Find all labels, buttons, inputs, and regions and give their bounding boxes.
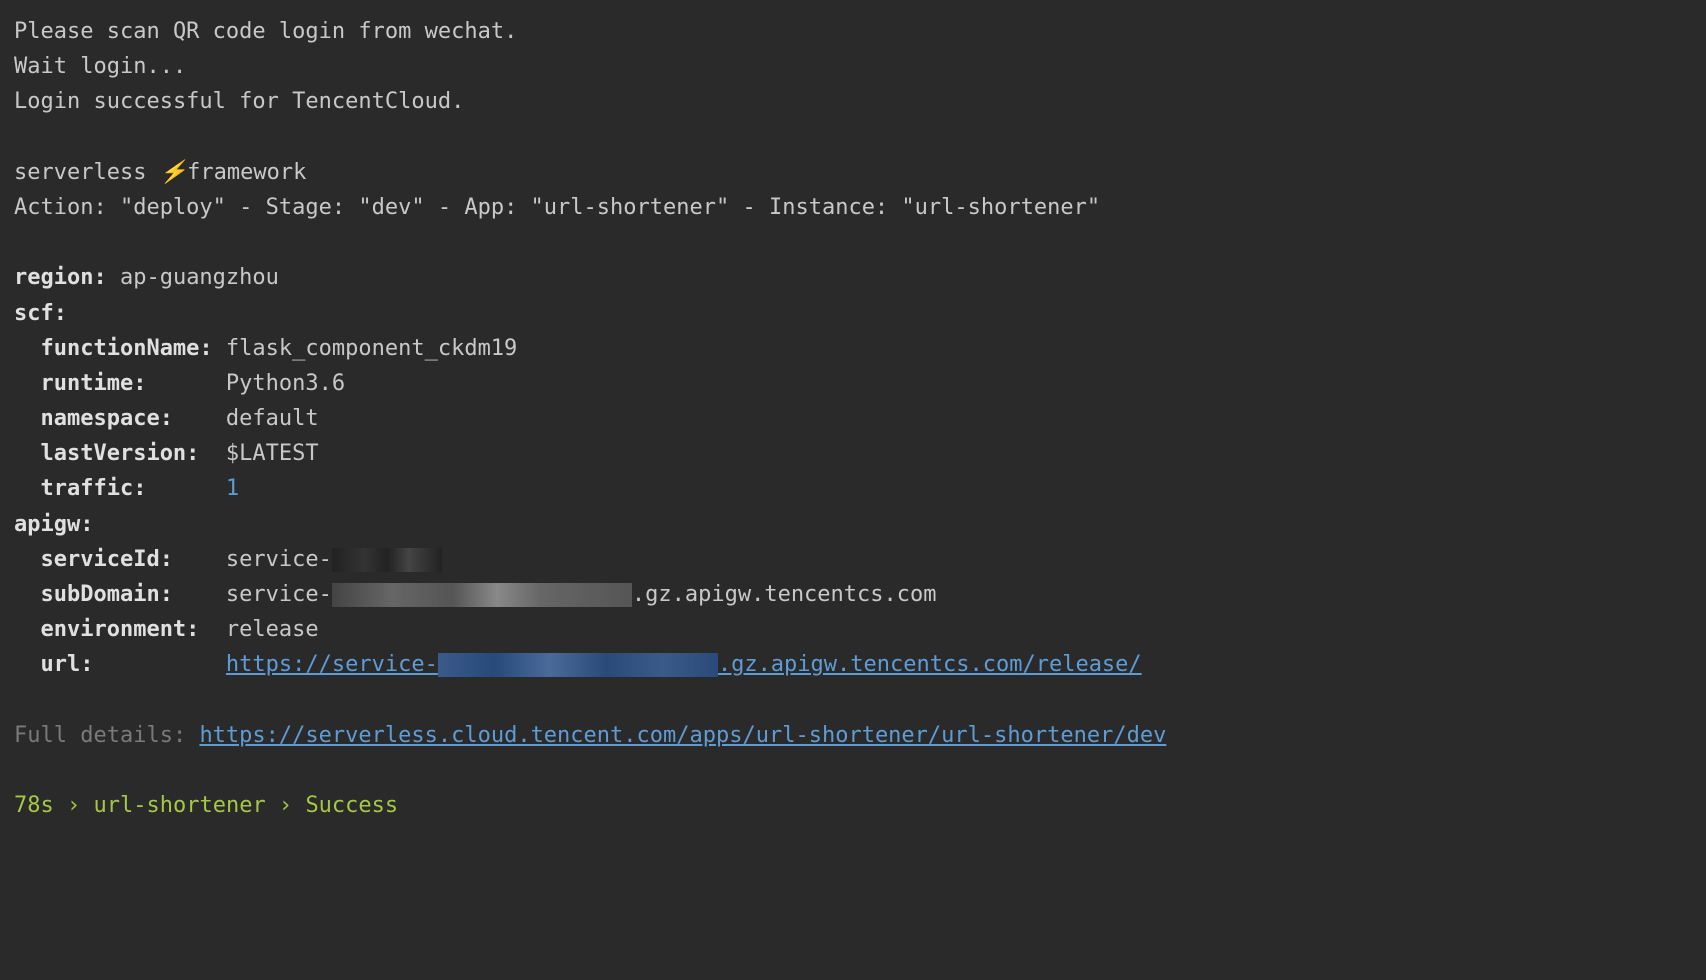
subdomain-prefix: service-	[226, 582, 332, 607]
framework-banner: serverless ⚡framework	[14, 160, 306, 185]
login-line-2: Wait login...	[14, 54, 186, 79]
url-key: url:	[40, 647, 212, 682]
status-result: Success	[305, 793, 398, 818]
lastversion-key: lastVersion:	[40, 436, 212, 471]
login-line-3: Login successful for TencentCloud.	[14, 89, 464, 114]
traffic-key: traffic:	[40, 471, 212, 506]
region-key: region:	[14, 265, 107, 290]
runtime-value: Python3.6	[226, 371, 345, 396]
environment-value: release	[226, 617, 319, 642]
apigw-url-link[interactable]: https://service-.gz.apigw.tencentcs.com/…	[226, 652, 1142, 677]
login-line-1: Please scan QR code login from wechat.	[14, 19, 517, 44]
functionname-key: functionName:	[40, 331, 212, 366]
subdomain-key: subDomain:	[40, 577, 212, 612]
serviceid-prefix: service-	[226, 547, 332, 572]
lastversion-value: $LATEST	[226, 441, 319, 466]
environment-key: environment:	[40, 612, 212, 647]
full-details-label: Full details:	[14, 723, 199, 748]
redacted-subdomain	[332, 583, 632, 607]
scf-key: scf:	[14, 301, 67, 326]
action-line: Action: "deploy" - Stage: "dev" - App: "…	[14, 195, 1100, 220]
functionname-value: flask_component_ckdm19	[226, 336, 517, 361]
status-app: url-shortener	[94, 793, 266, 818]
terminal-output: Please scan QR code login from wechat. W…	[14, 14, 1692, 823]
traffic-value: 1	[226, 476, 239, 501]
apigw-key: apigw:	[14, 512, 93, 537]
namespace-value: default	[226, 406, 319, 431]
status-line: 78s › url-shortener › Success	[14, 793, 398, 818]
lightning-icon: ⚡	[160, 160, 187, 185]
region-value: ap-guangzhou	[107, 265, 279, 290]
serviceid-key: serviceId:	[40, 542, 212, 577]
status-time: 78s	[14, 793, 54, 818]
full-details-link[interactable]: https://serverless.cloud.tencent.com/app…	[199, 723, 1166, 748]
namespace-key: namespace:	[40, 401, 212, 436]
subdomain-suffix: .gz.apigw.tencentcs.com	[632, 582, 937, 607]
redacted-serviceid	[332, 548, 442, 572]
redacted-url	[438, 653, 718, 677]
runtime-key: runtime:	[40, 366, 212, 401]
